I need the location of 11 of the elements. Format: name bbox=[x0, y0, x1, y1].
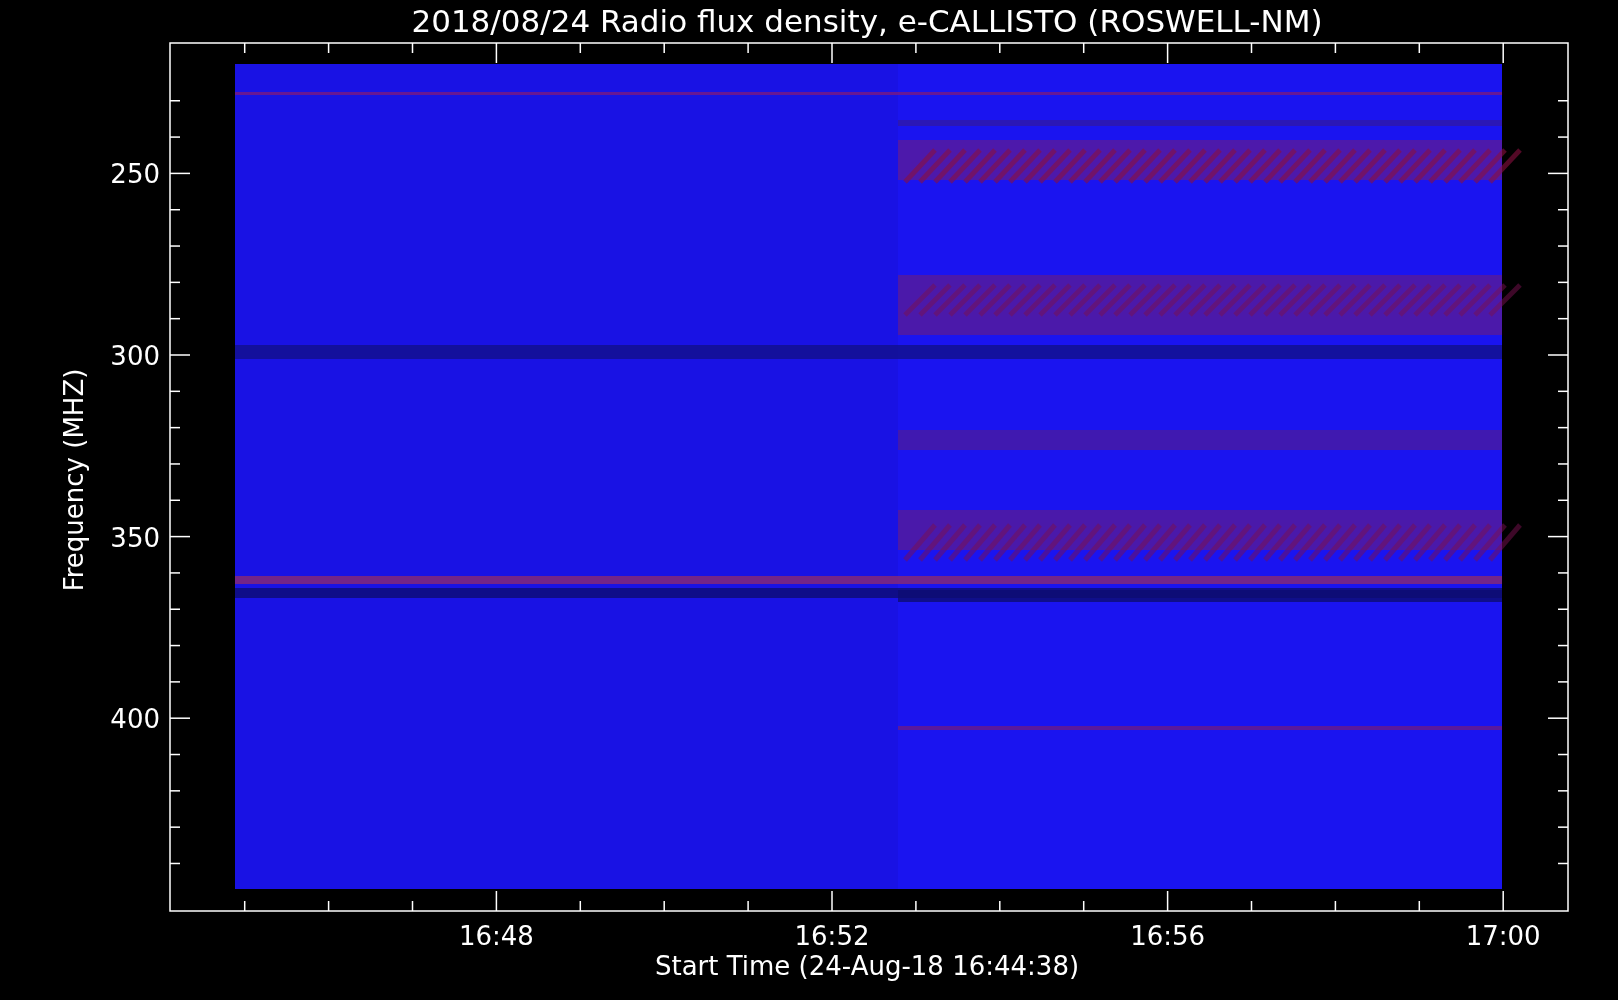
y-tick-label: 250 bbox=[110, 159, 160, 190]
x-axis-label: Start Time (24-Aug-18 16:44:38) bbox=[654, 951, 1080, 981]
chart-title: 2018/08/24 Radio flux density, e-CALLISTO (ROSWELL-NM) bbox=[411, 3, 1323, 39]
x-tick-label: 16:52 bbox=[794, 921, 870, 951]
y-axis-label: Frequency (MHZ) bbox=[59, 368, 89, 592]
x-tick-label: 17:00 bbox=[1465, 921, 1541, 951]
x-tick-label: 16:48 bbox=[458, 921, 534, 951]
x-tick-label: 16:56 bbox=[1130, 921, 1206, 951]
y-tick-label: 300 bbox=[110, 341, 160, 371]
y-tick-label: 400 bbox=[110, 704, 160, 735]
y-tick-label: 350 bbox=[110, 522, 160, 553]
